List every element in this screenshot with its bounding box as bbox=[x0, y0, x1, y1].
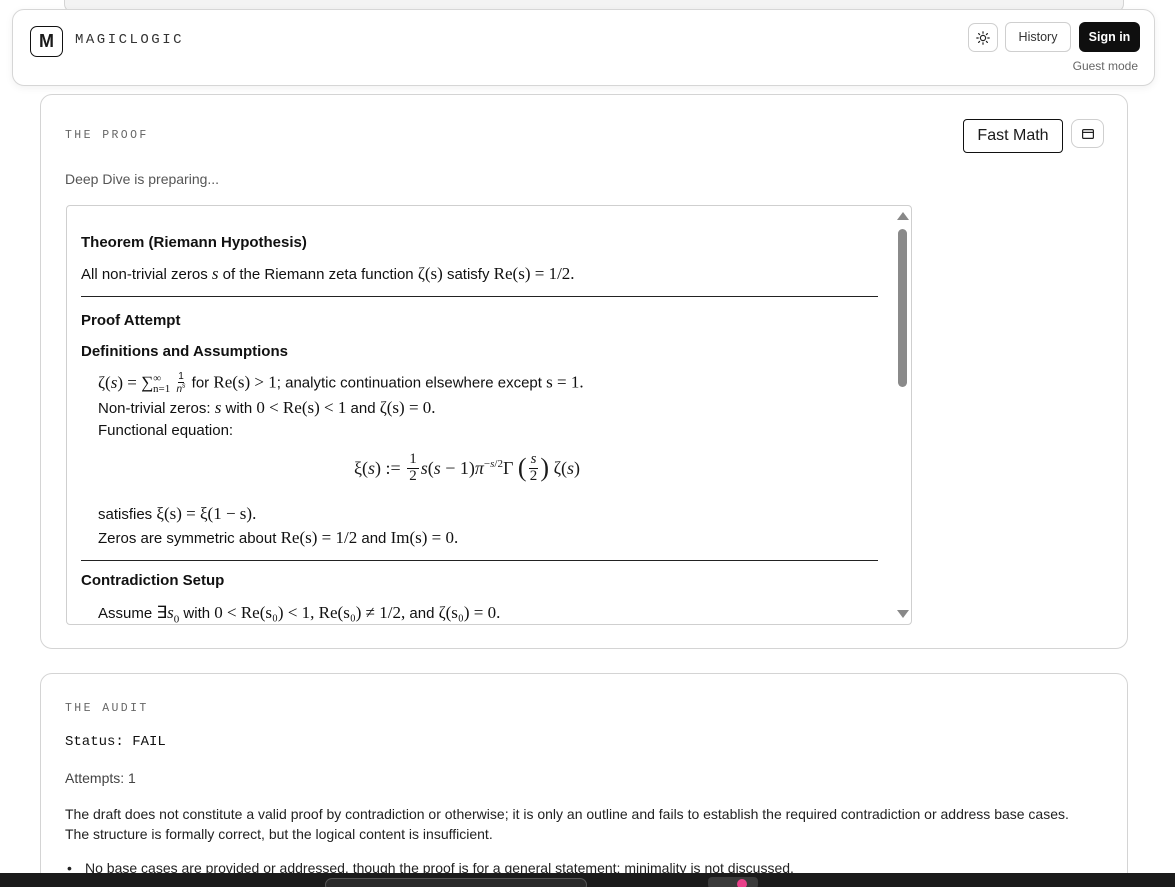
definition-zeta: ζ(s) = ∑∞n=1 1 ns for Re(s) > 1; analytic… bbox=[98, 371, 584, 396]
guest-mode-label: Guest mode bbox=[1072, 59, 1138, 73]
theme-toggle-button[interactable] bbox=[968, 23, 998, 52]
contradiction-assumption: Assume ∃s0 with 0 < Re(s₀) < 1, Re(s₀) ≠… bbox=[98, 603, 501, 625]
scroll-down-arrow-icon[interactable] bbox=[897, 610, 909, 618]
audit-attempts: Attempts: 1 bbox=[65, 770, 136, 786]
logo-icon[interactable]: M bbox=[30, 26, 63, 57]
panel-toggle-button[interactable] bbox=[1071, 119, 1104, 148]
window-icon bbox=[1081, 128, 1094, 139]
xi-symmetry: satisfies ξ(s) = ξ(1 − s). bbox=[98, 504, 257, 523]
preparing-status: Deep Dive is preparing... bbox=[65, 171, 220, 187]
taskbar bbox=[0, 873, 1175, 887]
definitions-title: Definitions and Assumptions bbox=[81, 343, 288, 360]
taskbar-app-icon[interactable] bbox=[708, 877, 758, 887]
brand-name: MAGICLOGIC bbox=[75, 32, 185, 48]
audit-summary: The draft does not constitute a valid pr… bbox=[65, 806, 1069, 842]
scroll-thumb[interactable] bbox=[898, 229, 907, 387]
app-badge-icon bbox=[737, 879, 747, 887]
theorem-statement: All non-trivial zeros s of the Riemann z… bbox=[81, 264, 575, 283]
xi-definition-equation: ξ(s) := 12 s(s − 1)π−s/2Γ (s 2) ζ(s) bbox=[354, 451, 581, 484]
taskbar-search[interactable] bbox=[325, 878, 587, 887]
proof-section-label: THE PROOF bbox=[65, 129, 149, 142]
zero-symmetry: Zeros are symmetric about Re(s) = 1/2 an… bbox=[98, 528, 459, 547]
divider bbox=[81, 560, 878, 561]
proof-attempt-title: Proof Attempt bbox=[81, 312, 181, 329]
proof-scrollbar[interactable] bbox=[893, 206, 911, 624]
theorem-title: Theorem (Riemann Hypothesis) bbox=[81, 234, 307, 251]
fast-math-button[interactable]: Fast Math bbox=[963, 119, 1063, 153]
definition-nontrivial-zeros: Non-trivial zeros: s with 0 < Re(s) < 1 … bbox=[98, 398, 436, 417]
scroll-up-arrow-icon[interactable] bbox=[897, 212, 909, 220]
sign-in-button[interactable]: Sign in bbox=[1079, 22, 1140, 52]
app-header: M MAGICLOGIC History Sign in Guest mode bbox=[12, 9, 1155, 86]
proof-scroll-area[interactable]: Theorem (Riemann Hypothesis) All non-tri… bbox=[66, 205, 912, 625]
divider bbox=[81, 296, 878, 297]
audit-status: Status: FAIL bbox=[65, 734, 166, 750]
audit-card: THE AUDIT Status: FAIL Attempts: 1 The d… bbox=[40, 673, 1128, 887]
sun-icon bbox=[976, 30, 990, 45]
audit-section-label: THE AUDIT bbox=[65, 702, 149, 715]
functional-equation-label: Functional equation: bbox=[98, 422, 234, 439]
contradiction-title: Contradiction Setup bbox=[81, 572, 225, 589]
history-button[interactable]: History bbox=[1005, 22, 1071, 52]
proof-card: THE PROOF Fast Math Deep Dive is prepari… bbox=[40, 94, 1128, 649]
